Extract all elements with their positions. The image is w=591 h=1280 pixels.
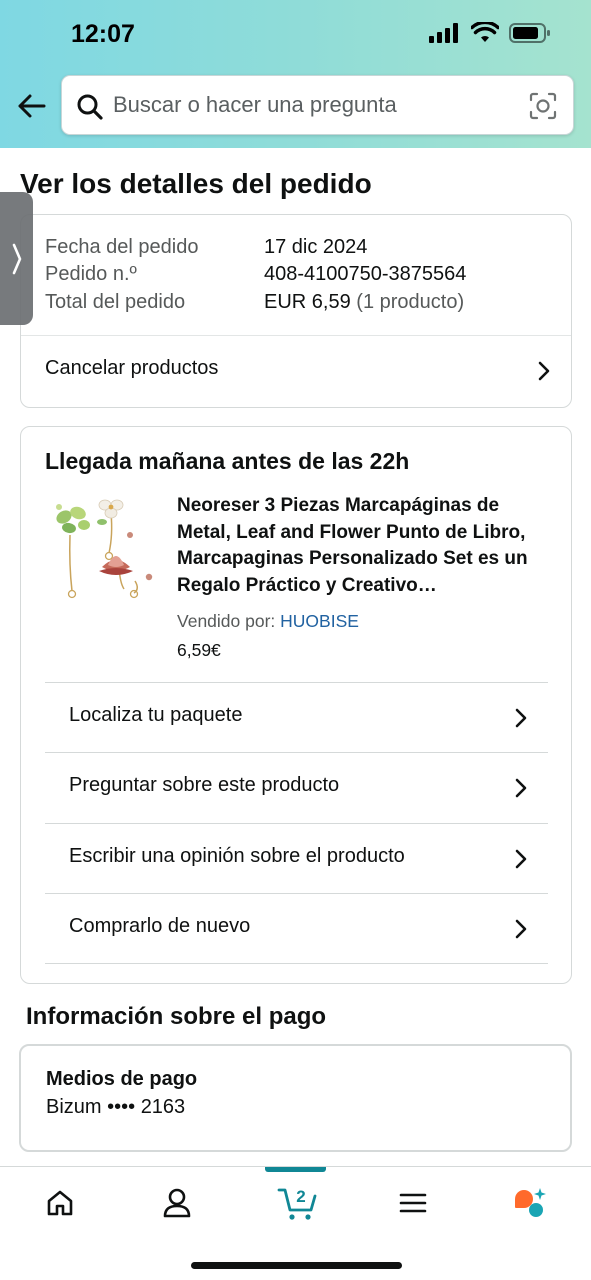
cart-icon: 2 [277,1187,317,1220]
side-drawer-tab[interactable] [0,192,33,325]
wifi-icon [471,22,499,42]
chevron-right-icon [515,919,527,939]
battery-icon [509,23,550,43]
order-total-count: (1 producto) [356,291,465,313]
search-bar[interactable] [61,75,574,135]
order-date-value: 17 dic 2024 [264,236,368,258]
chevron-right-icon [538,361,550,381]
buy-again-row[interactable]: Comprarlo de nuevo [45,893,548,964]
track-package-row[interactable]: Localiza tu paquete [45,682,548,752]
cancel-products-label: Cancelar productos [45,357,219,379]
seller-info: Vendido por: HUOBISE [177,611,359,632]
order-summary-card: Fecha del pedido 17 dic 2024 Pedido n.º … [20,214,572,408]
order-total-label: Total del pedido [45,291,186,313]
nav-menu[interactable] [388,1183,438,1223]
buy-again-label: Comprarlo de nuevo [69,915,251,937]
delivery-title: Llegada mañana antes de las 22h [45,448,410,474]
active-tab-indicator [265,1167,326,1172]
write-review-label: Escribir una opinión sobre el producto [69,845,405,867]
page-title: Ver los detalles del pedido [20,168,372,199]
write-review-row[interactable]: Escribir una opinión sobre el producto [45,823,548,893]
payment-card: Medios de pago Bizum •••• 2163 [19,1044,572,1152]
home-indicator [191,1262,402,1269]
home-icon [47,1190,73,1216]
rufus-assistant-icon [515,1188,546,1217]
track-package-label: Localiza tu paquete [69,704,243,726]
product-price: 6,59€ [177,640,221,660]
ask-about-product-row[interactable]: Preguntar sobre este producto [45,752,548,822]
cellular-signal-icon [429,23,458,43]
delivery-card: Llegada mañana antes de las 22h Neoreser… [20,426,572,984]
seller-link[interactable]: HUOBISE [280,611,359,631]
chevron-right-icon [515,778,527,798]
chevron-right-icon [515,849,527,869]
chevron-right-icon [12,243,21,274]
header: 12:07 [0,0,591,148]
chevron-right-icon [515,708,527,728]
product-image[interactable] [54,495,154,603]
order-date-label: Fecha del pedido [45,236,199,258]
nav-assistant[interactable] [505,1183,555,1223]
status-time: 12:07 [71,20,135,48]
camera-search-icon[interactable] [529,92,557,120]
payment-method-value: Bizum •••• 2163 [46,1096,186,1118]
order-total-value: EUR 6,59 (1 producto) [264,289,464,316]
cart-count: 2 [296,1187,305,1206]
order-total-amount: EUR 6,59 [264,291,351,313]
sold-by-label: Vendido por: [177,611,276,631]
payment-methods-label: Medios de pago [46,1068,198,1090]
cancel-products-row[interactable]: Cancelar productos [21,336,571,408]
payment-heading: Información sobre el pago [26,1003,327,1030]
nav-home[interactable] [35,1183,85,1223]
nav-cart[interactable]: 2 [271,1183,327,1223]
product-title[interactable]: Neoreser 3 Piezas Marcapáginas de Metal,… [177,493,553,599]
order-number-value: 408-4100750-3875564 [264,263,467,285]
menu-icon [399,1193,427,1213]
search-input[interactable] [113,76,513,134]
account-icon [163,1188,191,1218]
nav-account[interactable] [152,1183,202,1223]
ask-about-product-label: Preguntar sobre este producto [69,774,340,796]
search-icon [77,94,103,120]
order-number-label: Pedido n.º [45,263,137,285]
status-icons [429,22,551,44]
back-button[interactable] [14,88,50,124]
back-arrow-icon [18,94,46,118]
